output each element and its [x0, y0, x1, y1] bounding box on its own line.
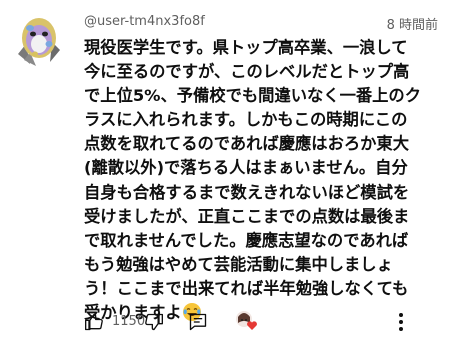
reply-button[interactable]	[188, 307, 208, 337]
like-button[interactable]	[84, 307, 104, 337]
comment-line: (離散以外)で落ちる人はまぁいません。自分	[84, 158, 408, 178]
avatar-image	[18, 18, 60, 66]
comment-line: う！ここまで出来てれば半年勉強しなくても	[84, 278, 409, 298]
comment-reply-icon	[189, 313, 207, 331]
comment-line: もう勉強はやめて芸能活動に集中しましょ	[84, 254, 393, 274]
comment-text: 現役医学生です。県トップ高卒業、一浪して 今に至るのですが、このレベルだとトップ…	[84, 36, 436, 325]
comment-actions: 1150	[84, 307, 440, 337]
thumbs-down-icon	[145, 313, 163, 331]
comment-line: で上位5%、予備校でも間違いなく一番上のク	[84, 86, 421, 106]
comment-header: @user-tm4nx3fo8f 8 時間前	[84, 14, 438, 34]
comment-line: 現役医学生です。県トップ高卒業、一浪して	[84, 38, 408, 57]
more-vertical-icon	[399, 313, 403, 331]
comment-line: 自身も合格するまで数えきれないほど模試を	[84, 182, 410, 202]
creator-heart-badge	[234, 307, 260, 337]
like-count: 1150	[112, 314, 146, 329]
thumbs-up-icon	[85, 313, 103, 331]
dislike-button[interactable]	[144, 307, 164, 337]
more-options-button[interactable]	[391, 307, 411, 337]
avatar[interactable]	[16, 14, 62, 68]
comment-line: 受けましたが、正直ここまでの点数は最後ま	[84, 206, 410, 226]
creator-avatar-heart-icon	[236, 311, 257, 330]
comment-timestamp[interactable]: 8 時間前	[387, 14, 438, 33]
comment-line: 今に至るのですが、このレベルだとトップ高	[84, 62, 410, 82]
comment-line: ラスに入れられます。しかもこの時期にこの	[84, 110, 408, 130]
comment-line: で取れませんでした。慶應志望なのであれば	[84, 230, 409, 250]
comment-line: 点数を取れてるのであれば慶應はおろか東大	[84, 134, 409, 154]
comment-author[interactable]: @user-tm4nx3fo8f	[84, 14, 205, 29]
